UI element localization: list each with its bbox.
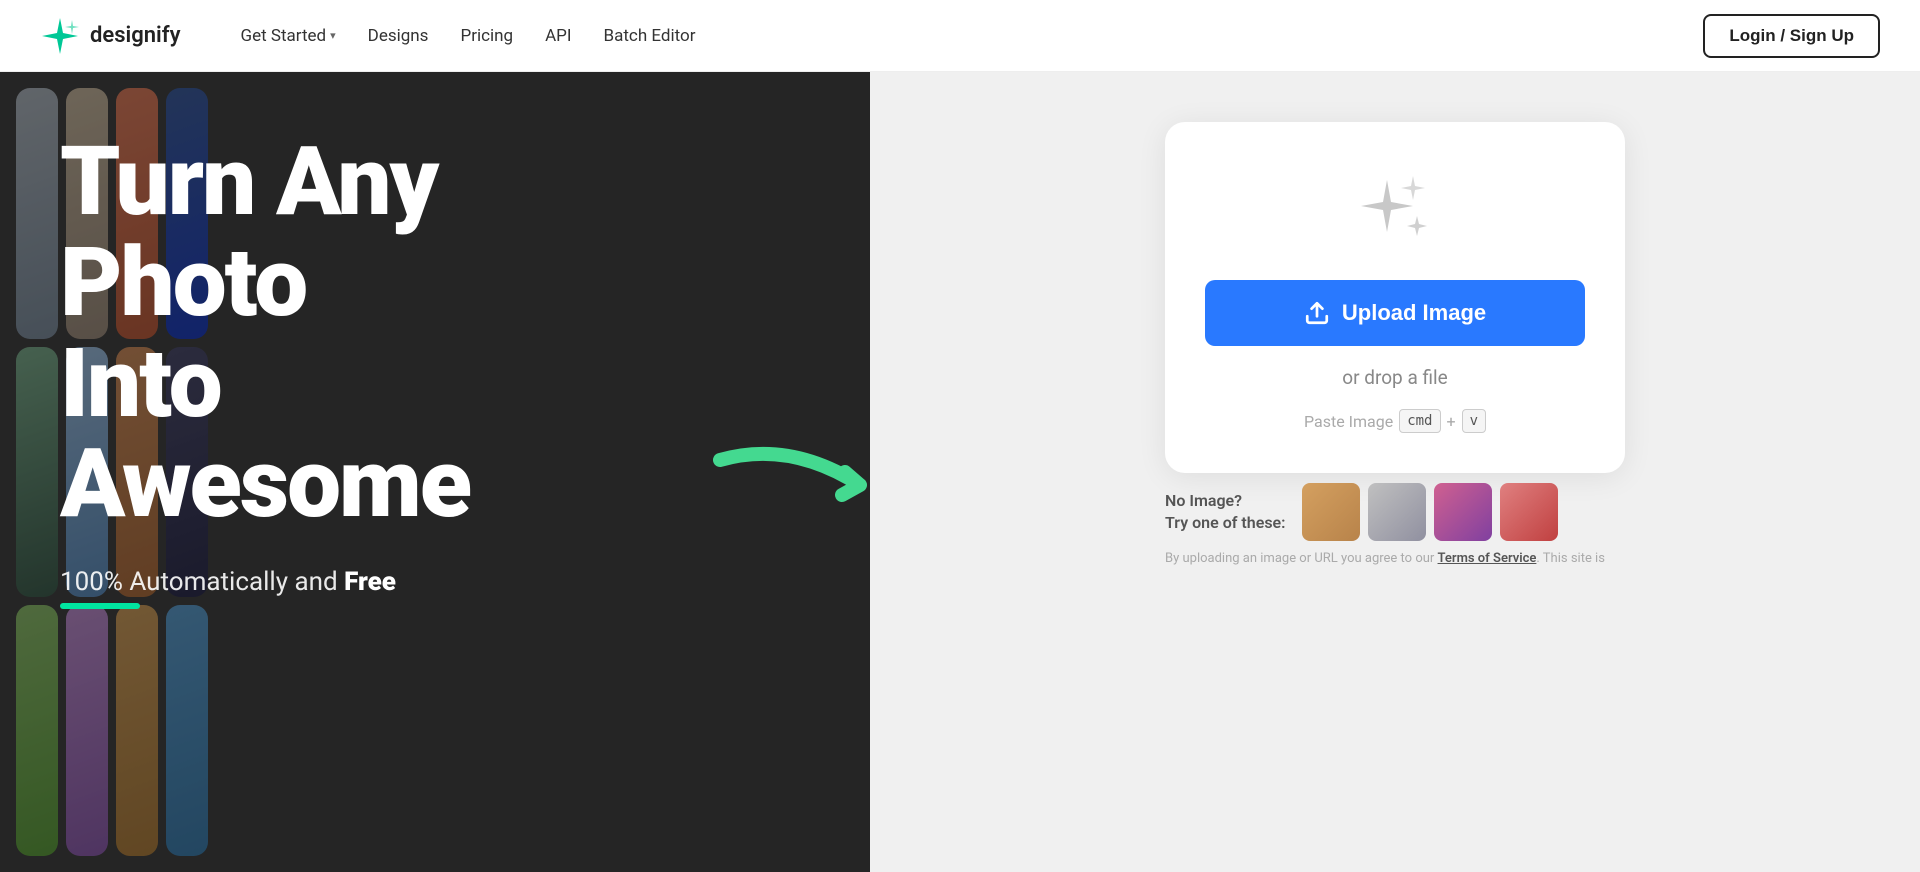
terms-text: By uploading an image or URL you agree t…: [1165, 549, 1625, 569]
upload-image-button[interactable]: Upload Image: [1205, 280, 1585, 346]
drop-file-text: or drop a file: [1342, 366, 1447, 389]
nav-links: Get Started ▾ Designs Pricing API Batch …: [241, 26, 696, 46]
sample-thumb-2[interactable]: [1368, 483, 1426, 541]
upload-card: Upload Image or drop a file Paste Image …: [1165, 122, 1625, 473]
logo-text: designify: [90, 23, 181, 48]
hero-panel: Turn Any Photo Into Awesome 100% Automat…: [0, 72, 870, 872]
nav-item-designs[interactable]: Designs: [368, 26, 429, 46]
no-image-row: No Image? Try one of these:: [1165, 483, 1625, 541]
terms-link[interactable]: Terms of Service: [1438, 551, 1537, 566]
nav-item-pricing[interactable]: Pricing: [460, 26, 513, 46]
no-image-text: No Image? Try one of these:: [1165, 490, 1286, 535]
chevron-down-icon: ▾: [330, 29, 336, 42]
sample-thumb-3[interactable]: [1434, 483, 1492, 541]
main-content: Turn Any Photo Into Awesome 100% Automat…: [0, 0, 1920, 872]
hero-subtitle: 100% Automatically and Free: [60, 567, 470, 597]
hero-text-block: Turn Any Photo Into Awesome 100% Automat…: [60, 132, 470, 609]
sparkle-icon: [1355, 172, 1435, 252]
login-button[interactable]: Login / Sign Up: [1703, 14, 1880, 58]
right-panel: Upload Image or drop a file Paste Image …: [870, 72, 1920, 872]
nav-item-api[interactable]: API: [545, 26, 571, 46]
hero-underline-decoration: [60, 603, 140, 609]
nav-item-get-started[interactable]: Get Started ▾: [241, 26, 336, 46]
logo-icon: [40, 16, 80, 56]
hero-title: Turn Any Photo Into Awesome: [60, 132, 470, 535]
v-key: v: [1462, 409, 1486, 433]
upload-icon: [1304, 300, 1330, 326]
sample-thumbnails: [1302, 483, 1558, 541]
paste-row: Paste Image cmd + v: [1304, 409, 1486, 433]
sample-thumb-1[interactable]: [1302, 483, 1360, 541]
nav-item-batch-editor[interactable]: Batch Editor: [604, 26, 696, 46]
sample-thumb-4[interactable]: [1500, 483, 1558, 541]
navbar: designify Get Started ▾ Designs Pricing …: [0, 0, 1920, 72]
cmd-key: cmd: [1399, 409, 1440, 433]
logo-link[interactable]: designify: [40, 16, 181, 56]
sparkle-decoration: [1355, 172, 1435, 252]
